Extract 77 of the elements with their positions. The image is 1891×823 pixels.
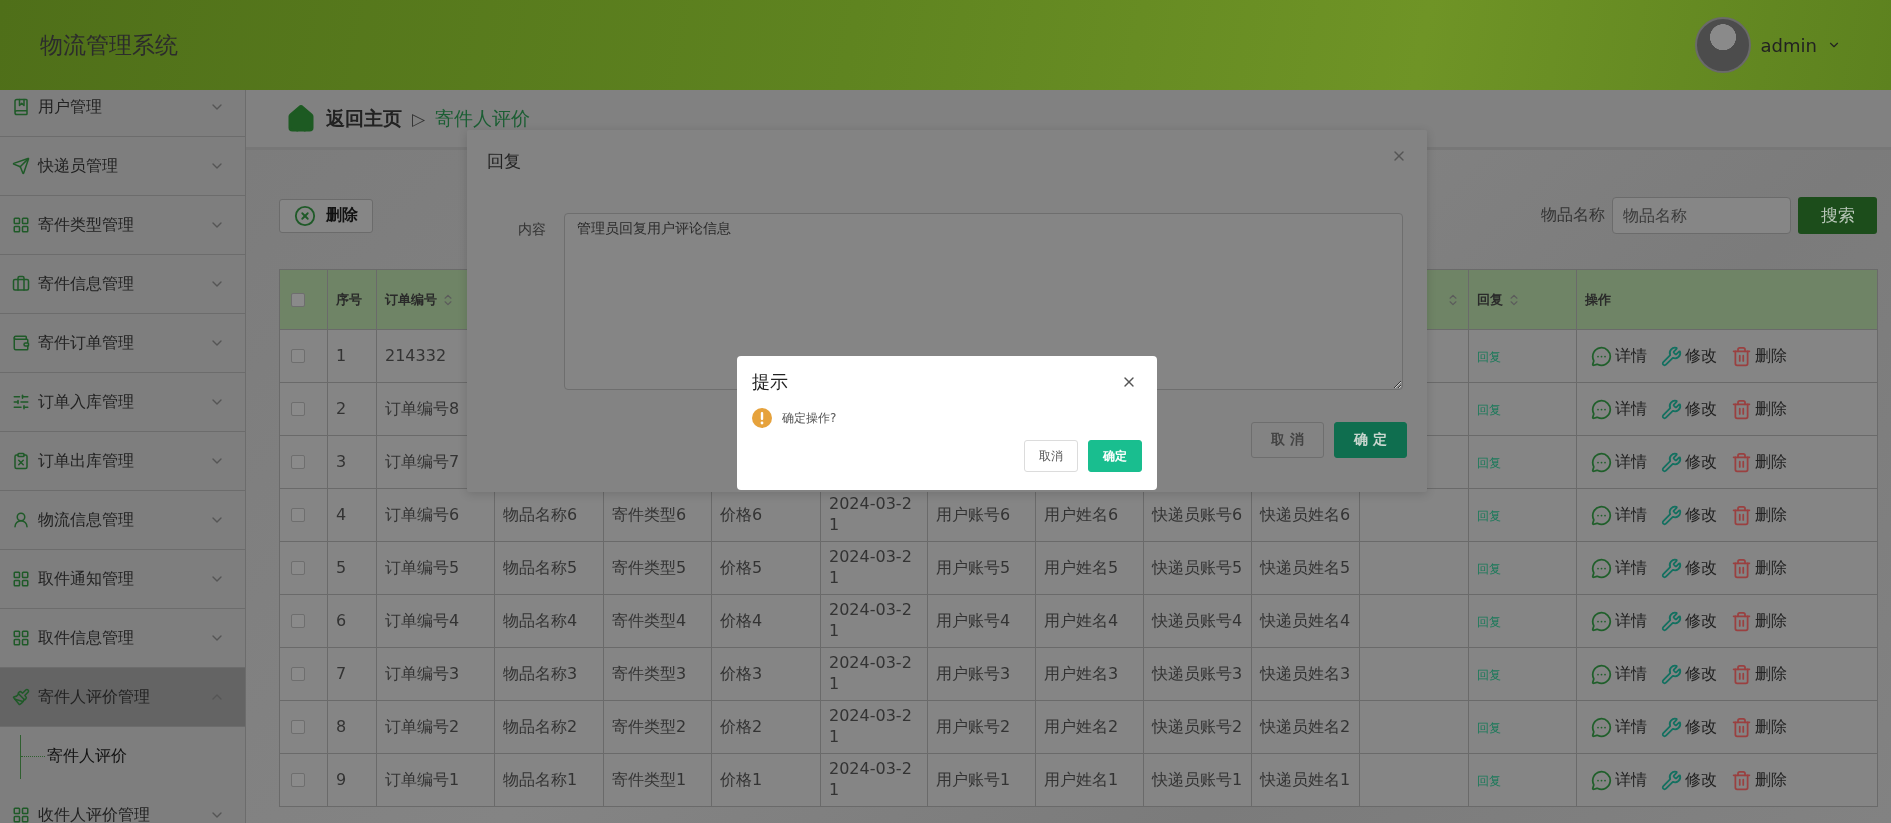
table-cell: 2024-03-21 [820, 541, 928, 595]
table-cell: 7 [327, 647, 377, 701]
table-cell: 用户姓名1 [1035, 753, 1144, 807]
table-cell: 2024-03-21 [820, 647, 928, 701]
app-title: 物流管理系统 [40, 30, 178, 60]
table-cell: 快递员姓名1 [1251, 753, 1360, 807]
sidebar-label: 快递员管理 [38, 155, 119, 177]
table-cell: 价格4 [711, 594, 821, 648]
table-cell: 价格5 [711, 541, 821, 595]
table-cell: 寄件类型2 [603, 700, 712, 754]
table-cell: 寄件类型1 [603, 753, 712, 807]
table-cell: 用户姓名3 [1035, 647, 1144, 701]
table-cell: 价格3 [711, 647, 821, 701]
sidebar-label: 寄件类型管理 [38, 214, 135, 236]
sidebar-label: 物流信息管理 [38, 509, 135, 531]
sidebar-label: 寄件订单管理 [38, 332, 135, 354]
table-cell: 用户账号2 [927, 700, 1036, 754]
table-cell: 用户账号4 [927, 594, 1036, 648]
table-cell: 物品名称4 [494, 594, 604, 648]
table-cell: 用户账号1 [927, 753, 1036, 807]
table-cell: 2024-03-21 [820, 753, 928, 807]
table-cell: 快递员账号4 [1143, 594, 1252, 648]
table-cell: 快递员账号3 [1143, 647, 1252, 701]
table-cell: 订单编号6 [376, 488, 495, 542]
table-cell: 5 [327, 541, 377, 595]
sidebar-label: 取件信息管理 [38, 627, 135, 649]
column-label: 操作 [1585, 291, 1611, 307]
table-cell: 1 [327, 329, 377, 383]
table-cell: 寄件类型3 [603, 647, 712, 701]
sidebar-label: 订单出库管理 [38, 450, 135, 472]
table-cell: 寄件类型4 [603, 594, 712, 648]
sidebar-label: 收件人评价管理 [38, 804, 151, 823]
search-label: 物品名称 [1541, 205, 1605, 226]
table-cell: 物品名称5 [494, 541, 604, 595]
table-cell: 2 [327, 382, 377, 436]
breadcrumb-separator: ▷ [412, 108, 426, 129]
sidebar-label: 寄件人评价管理 [38, 686, 151, 708]
table-cell: 2024-03-21 [820, 700, 928, 754]
table-cell: 快递员姓名5 [1251, 541, 1360, 595]
column-label: 序号 [336, 291, 362, 307]
table-cell: 用户姓名2 [1035, 700, 1144, 754]
table-cell: 订单编号5 [376, 541, 495, 595]
table-cell: 快递员姓名3 [1251, 647, 1360, 701]
table-cell: 用户账号5 [927, 541, 1036, 595]
table-cell: 订单编号4 [376, 594, 495, 648]
table-cell: 用户姓名5 [1035, 541, 1144, 595]
column-label: 订单编号 [385, 291, 437, 307]
table-cell: 4 [327, 488, 377, 542]
table-cell: 快递员姓名4 [1251, 594, 1360, 648]
field-label: 内容 [518, 220, 546, 239]
table-cell: 快递员账号5 [1143, 541, 1252, 595]
sidebar-label: 取件通知管理 [38, 568, 135, 590]
table-cell: 订单编号1 [376, 753, 495, 807]
table-cell: 9 [327, 753, 377, 807]
table-cell: 物品名称3 [494, 647, 604, 701]
table-cell: 快递员账号2 [1143, 700, 1252, 754]
table-cell: 物品名称2 [494, 700, 604, 754]
table-cell: 用户账号3 [927, 647, 1036, 701]
confirm-message: 确定操作? [782, 409, 837, 427]
table-cell: 订单编号3 [376, 647, 495, 701]
table-cell: 寄件类型5 [603, 541, 712, 595]
table-cell: 3 [327, 435, 377, 489]
table-cell: 2024-03-21 [820, 594, 928, 648]
sidebar-label: 寄件信息管理 [38, 273, 135, 295]
table-cell: 用户姓名4 [1035, 594, 1144, 648]
table-cell: 6 [327, 594, 377, 648]
table-cell: 订单编号2 [376, 700, 495, 754]
table-cell: 价格2 [711, 700, 821, 754]
table-cell: 8 [327, 700, 377, 754]
dialog-title: 回复 [487, 150, 521, 173]
table-cell: 快递员姓名2 [1251, 700, 1360, 754]
sidebar-label: 订单入库管理 [38, 391, 135, 413]
table-cell: 物品名称1 [494, 753, 604, 807]
table-cell: 快递员账号1 [1143, 753, 1252, 807]
table-cell: 价格1 [711, 753, 821, 807]
column-label: 回复 [1477, 291, 1503, 307]
sidebar-label: 用户管理 [38, 96, 103, 118]
